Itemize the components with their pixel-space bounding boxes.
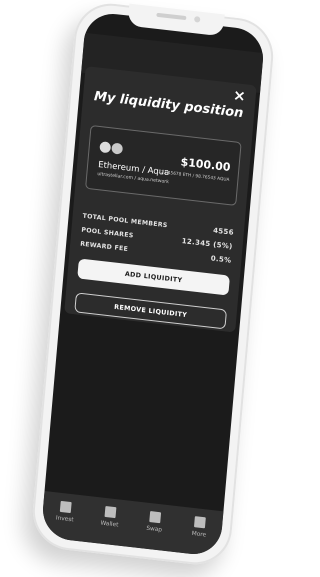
phone-screen: × My liquidity position Ethereum / Aqua … <box>40 10 266 558</box>
tab-wallet[interactable]: Wallet <box>89 504 131 529</box>
stage: × My liquidity position Ethereum / Aqua … <box>0 0 287 577</box>
swap-icon <box>149 511 162 524</box>
stat-label: REWARD FEE <box>79 240 129 253</box>
wallet-icon <box>104 505 117 519</box>
stat-value: 4556 <box>212 226 235 237</box>
speaker-grille <box>156 12 187 21</box>
tab-swap[interactable]: Swap <box>134 509 176 534</box>
close-icon[interactable]: × <box>232 86 246 105</box>
tab-label: Swap <box>146 525 163 534</box>
ethereum-token-icon <box>99 141 112 154</box>
tab-invest[interactable]: Invest <box>45 499 87 524</box>
bottom-tab-bar: Invest Wallet Swap More <box>40 490 224 558</box>
phone-frame: × My liquidity position Ethereum / Aqua … <box>29 0 277 569</box>
token-pair-icons <box>99 141 126 156</box>
tab-more[interactable]: More <box>179 515 221 540</box>
tab-label: Invest <box>55 515 74 524</box>
remove-liquidity-button[interactable]: REMOVE LIQUIDITY <box>74 292 228 330</box>
modal-title: My liquidity position <box>93 89 244 122</box>
more-icon <box>193 516 206 529</box>
invest-icon <box>59 500 72 514</box>
front-camera <box>193 16 201 23</box>
stat-value: 0.5% <box>210 254 232 265</box>
aqua-token-icon <box>111 142 124 155</box>
liquidity-position-modal: × My liquidity position Ethereum / Aqua … <box>64 66 257 333</box>
tab-label: More <box>191 530 207 539</box>
position-card: Ethereum / Aqua ultrastellar.com / aqua.… <box>85 124 242 206</box>
pool-stats: TOTAL POOL MEMBERS 4556 POOL SHARES 12.3… <box>80 209 235 268</box>
tab-label: Wallet <box>100 520 119 529</box>
position-value: $100.00 <box>180 155 232 175</box>
